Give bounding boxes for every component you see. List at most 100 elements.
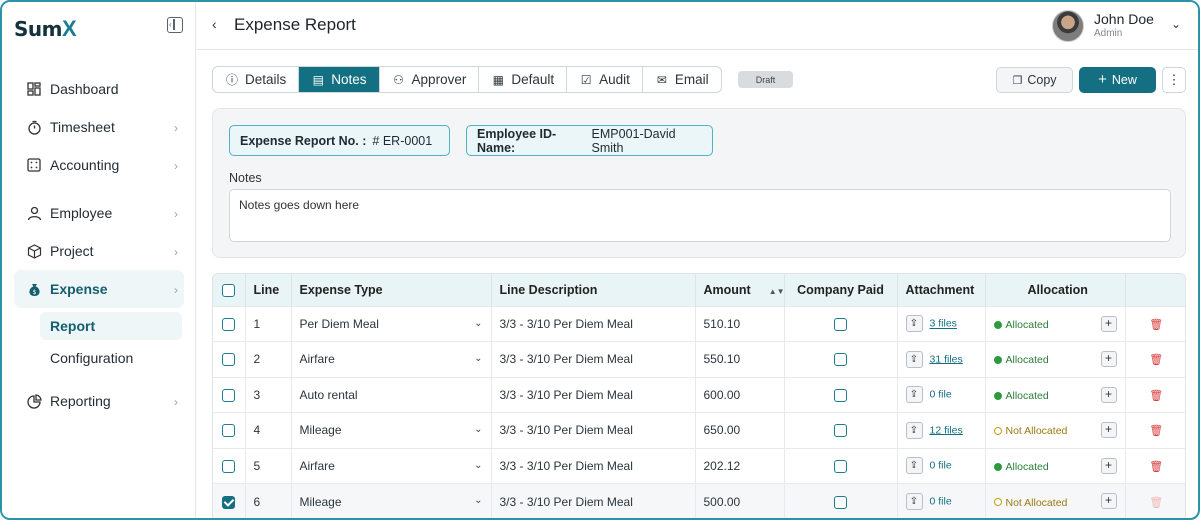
- trash-icon[interactable]: 🗑: [1149, 461, 1163, 473]
- row-select-checkbox[interactable]: [222, 424, 236, 438]
- more-options-icon[interactable]: ⋮: [1162, 67, 1186, 93]
- line-description: 3/3 - 3/10 Per Diem Meal: [491, 341, 696, 377]
- company-paid-checkbox[interactable]: [834, 388, 847, 402]
- add-allocation-button[interactable]: +: [1100, 493, 1117, 509]
- add-allocation-button[interactable]: +: [1100, 457, 1117, 474]
- tab-default[interactable]: ▦ Default: [479, 67, 568, 92]
- collapse-sidebar-icon[interactable]: ‹: [167, 17, 183, 33]
- copy-icon: ❐: [1012, 74, 1023, 87]
- add-allocation-button[interactable]: +: [1100, 422, 1117, 438]
- row-select-checkbox[interactable]: [222, 388, 236, 402]
- sidebar-item-reporting[interactable]: Reporting ›: [14, 382, 184, 420]
- expense-type-select[interactable]: Airfare ⌄: [291, 341, 492, 377]
- company-paid-checkbox[interactable]: [834, 495, 847, 509]
- company-paid-cell: [784, 483, 898, 518]
- sidebar-subitem-report[interactable]: Report: [40, 312, 182, 340]
- line-description: 3/3 - 3/10 Per Diem Meal: [491, 448, 696, 484]
- chevron-down-icon[interactable]: ⌄: [474, 424, 482, 435]
- line-number: 4: [245, 412, 292, 448]
- row-select-checkbox[interactable]: [222, 495, 236, 509]
- select-all-checkbox[interactable]: [222, 283, 236, 297]
- upload-icon[interactable]: ⇪: [905, 386, 923, 404]
- line-number: 3: [245, 377, 292, 413]
- avatar[interactable]: [1052, 10, 1084, 42]
- add-allocation-button[interactable]: +: [1100, 386, 1117, 403]
- attachment-cell: ⇪ 12 files: [897, 412, 986, 448]
- attachment-files-link[interactable]: 31 files: [930, 353, 963, 365]
- chevron-down-icon[interactable]: ⌄: [474, 353, 482, 364]
- tab-audit[interactable]: ☑ Audit: [567, 67, 643, 92]
- table-row: 4 Mileage ⌄ 3/3 - 3/10 Per Diem Meal 650.…: [213, 412, 1185, 449]
- chevron-down-icon[interactable]: ⌄: [474, 318, 482, 329]
- amount-value: 650.00: [695, 412, 785, 448]
- sidebar: Sum X ‹ Dashboard Timesheet › Accounting…: [2, 2, 196, 518]
- attachment-files-link[interactable]: 0 file: [930, 496, 952, 508]
- sidebar-item-employee[interactable]: Employee ›: [14, 194, 184, 232]
- trash-icon[interactable]: 🗑: [1149, 425, 1163, 437]
- upload-icon[interactable]: ⇪: [905, 350, 923, 368]
- row-select-checkbox[interactable]: [222, 353, 236, 367]
- page-title: Expense Report: [234, 15, 356, 34]
- sidebar-item-expense[interactable]: $ Expense ›: [14, 270, 184, 308]
- notes-textarea[interactable]: Notes goes down here: [229, 189, 1171, 242]
- row-select-checkbox[interactable]: [222, 459, 236, 473]
- upload-icon[interactable]: ⇪: [905, 421, 923, 439]
- delete-cell: 🗑: [1125, 413, 1185, 449]
- chevron-right-icon: ›: [174, 159, 178, 173]
- attachment-files-link[interactable]: 3 files: [930, 318, 957, 330]
- row-select-cell: [213, 483, 246, 518]
- company-paid-checkbox[interactable]: [834, 317, 847, 331]
- sort-icon[interactable]: ▲▼: [769, 287, 785, 296]
- expense-type-select[interactable]: Airfare ⌄: [291, 448, 492, 484]
- add-allocation-button[interactable]: +: [1100, 351, 1117, 367]
- company-paid-checkbox[interactable]: [834, 424, 847, 438]
- app-window: Sum X ‹ Dashboard Timesheet › Accounting…: [0, 0, 1200, 520]
- upload-icon[interactable]: ⇪: [905, 457, 923, 475]
- back-arrow-icon[interactable]: ‹: [212, 16, 217, 32]
- row-select-checkbox[interactable]: [222, 317, 236, 331]
- allocation-cell: Allocated +: [985, 306, 1126, 342]
- expense-type-select[interactable]: Auto rental: [291, 377, 492, 413]
- attachment-files-link[interactable]: 0 file: [930, 389, 952, 401]
- header-amount[interactable]: Amount ▲▼: [695, 274, 785, 306]
- sidebar-item-dashboard[interactable]: Dashboard: [14, 70, 184, 108]
- new-button[interactable]: + New: [1079, 67, 1156, 93]
- attachment-files-link[interactable]: 0 file: [930, 460, 952, 472]
- trash-icon[interactable]: 🗑: [1149, 319, 1163, 331]
- upload-icon[interactable]: ⇪: [905, 315, 923, 333]
- trash-icon[interactable]: 🗑: [1149, 390, 1163, 402]
- header-actions: [1125, 274, 1185, 306]
- expense-type-select[interactable]: Per Diem Meal ⌄: [291, 306, 492, 342]
- company-paid-checkbox[interactable]: [834, 459, 847, 473]
- upload-icon[interactable]: ⇪: [905, 493, 923, 510]
- add-allocation-button[interactable]: +: [1100, 315, 1117, 332]
- header-line-description: Line Description: [491, 274, 696, 306]
- tab-details[interactable]: ⓘ Details: [213, 67, 300, 92]
- trash-icon[interactable]: 🗑: [1149, 497, 1163, 509]
- sidebar-item-accounting[interactable]: Accounting ›: [14, 146, 184, 184]
- chevron-down-icon[interactable]: ⌄: [474, 460, 482, 471]
- sidebar-subitem-configuration[interactable]: Configuration: [40, 344, 182, 372]
- delete-cell: 🗑: [1125, 306, 1185, 342]
- tab-email[interactable]: ✉ Email: [643, 67, 721, 92]
- chevron-down-icon[interactable]: ⌄: [474, 495, 482, 506]
- attachment-files-link[interactable]: 12 files: [930, 424, 963, 436]
- status-badge: Draft: [738, 71, 793, 88]
- header-allocation: Allocation: [985, 274, 1126, 306]
- allocation-status-icon: [993, 427, 1002, 436]
- tab-approver[interactable]: ⚇ Approver: [380, 67, 480, 92]
- delete-cell: 🗑: [1125, 448, 1185, 484]
- sidebar-item-label: Accounting: [50, 157, 120, 173]
- line-description: 3/3 - 3/10 Per Diem Meal: [491, 412, 696, 448]
- expense-type-select[interactable]: Mileage ⌄: [291, 412, 492, 448]
- copy-button[interactable]: ❐ Copy: [996, 67, 1073, 93]
- company-paid-checkbox[interactable]: [834, 353, 847, 367]
- tab-notes[interactable]: ▤ Notes: [299, 67, 380, 92]
- expense-type-value: Airfare: [299, 352, 335, 367]
- sidebar-item-timesheet[interactable]: Timesheet ›: [14, 108, 184, 146]
- sidebar-item-project[interactable]: Project ›: [14, 232, 184, 270]
- chevron-down-icon[interactable]: ⌄: [1171, 17, 1181, 31]
- expense-type-select[interactable]: Mileage ⌄: [291, 483, 492, 518]
- trash-icon[interactable]: 🗑: [1149, 354, 1163, 366]
- expense-type-value: Airfare: [299, 458, 335, 473]
